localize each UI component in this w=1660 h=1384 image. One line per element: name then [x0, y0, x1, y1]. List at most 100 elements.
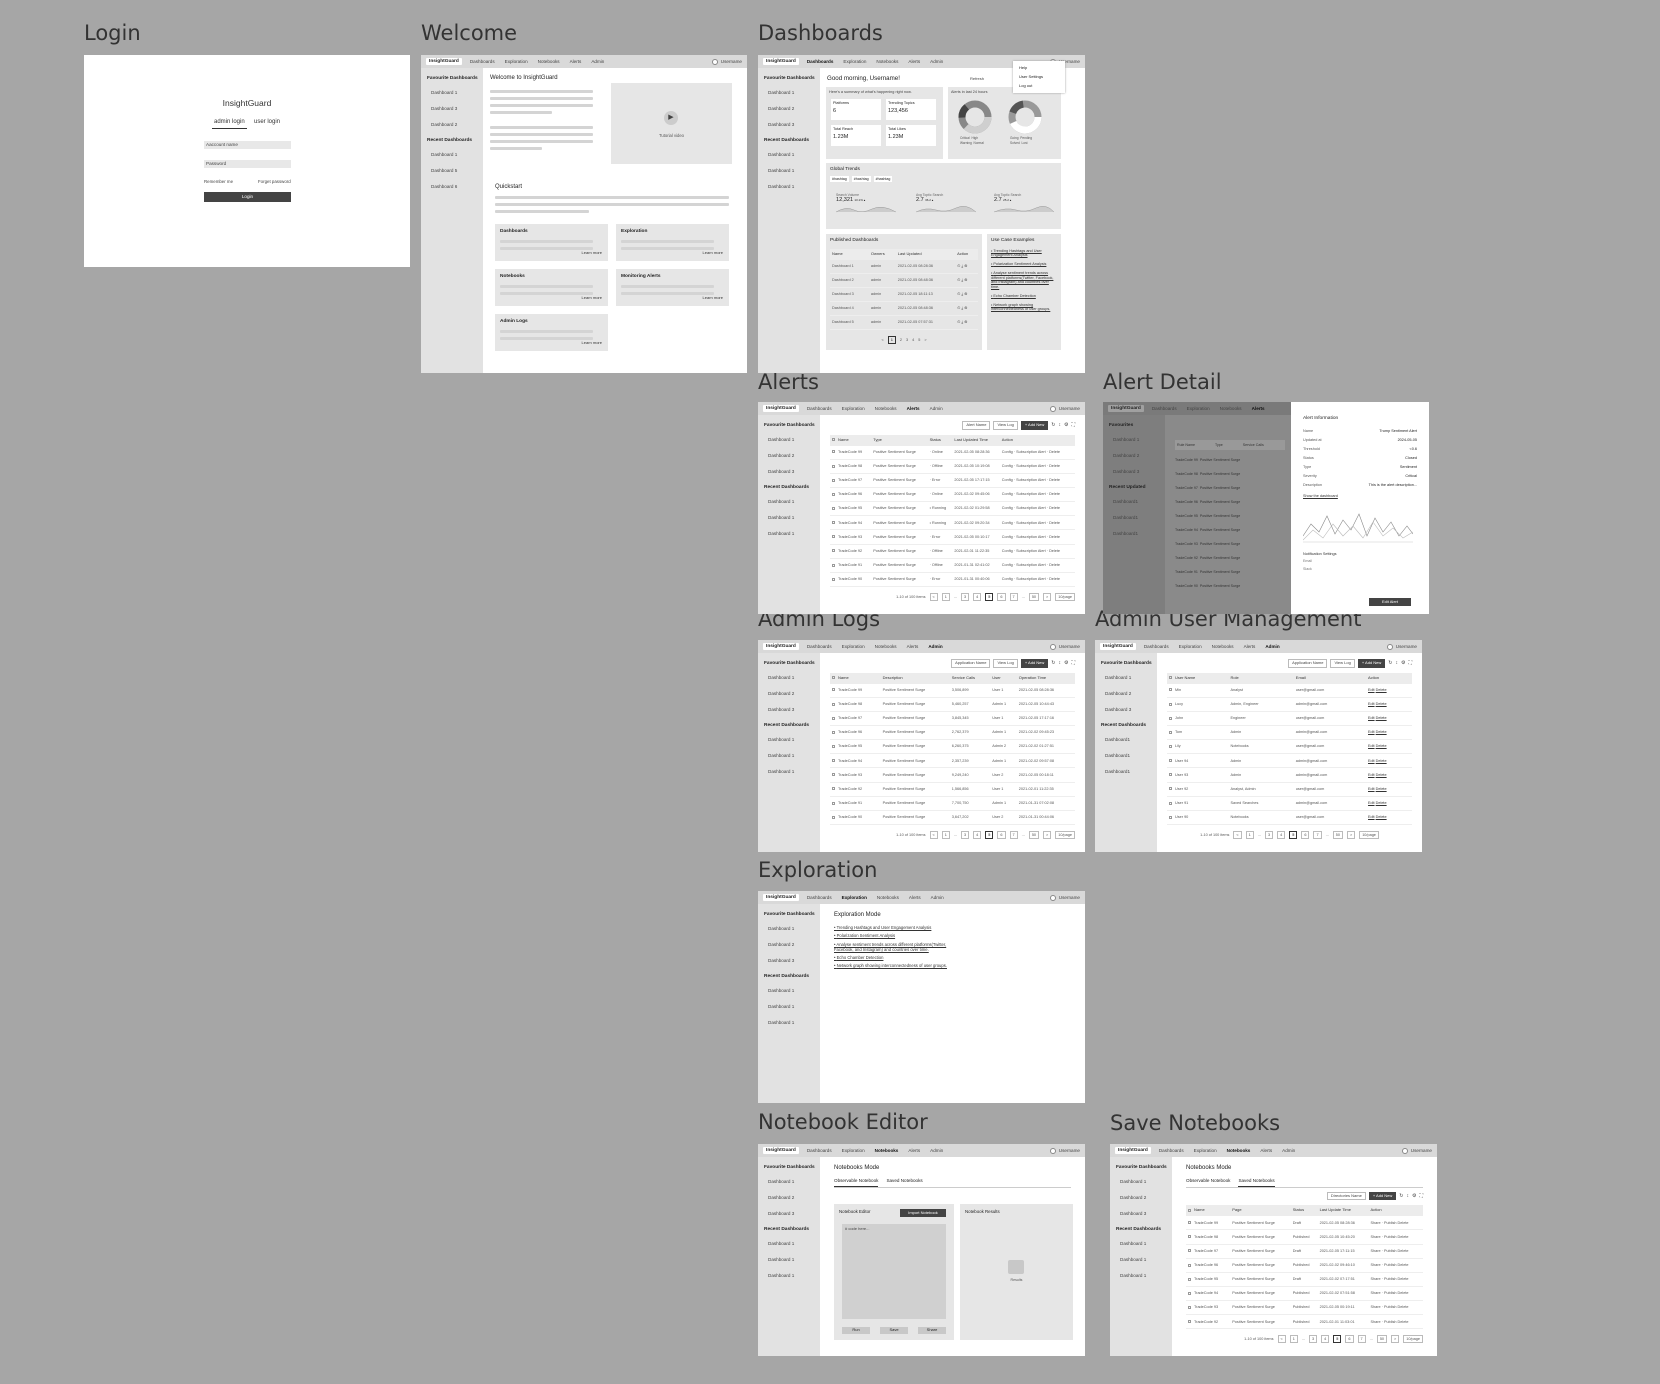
import-notebook-button[interactable]: Import Notebook	[900, 1209, 946, 1217]
card-dashboards[interactable]: Dashboards Learn more	[495, 224, 608, 261]
sidebar-item[interactable]: Dashboard 1	[1120, 1241, 1172, 1247]
run-button[interactable]: Run	[842, 1327, 870, 1334]
tab-saved[interactable]: Saved Notebooks	[1238, 1178, 1275, 1187]
table-row[interactable]: TradeCode 99 Positive Sentiment Surge · On…	[830, 445, 1075, 460]
nav-dashboards[interactable]: Dashboards	[1152, 406, 1177, 412]
user-menu[interactable]: Username	[1049, 894, 1080, 901]
sidebar-item[interactable]: Dashboard 3	[1120, 1211, 1172, 1217]
app-logo[interactable]: InsightGuard	[1115, 1146, 1151, 1155]
sidebar-item[interactable]: Dashboard1	[1113, 515, 1165, 521]
table-row[interactable]: TradeCode 94 Positive Sentiment Surge • Ru…	[830, 515, 1075, 531]
density-icon[interactable]: ↕	[1059, 660, 1062, 666]
share-button[interactable]: Share	[918, 1327, 946, 1334]
table-row[interactable]: TradeCode 90 Positive Sentiment Surge 3,64…	[830, 810, 1075, 826]
user-menu[interactable]: Username	[1401, 1147, 1432, 1154]
show-dashboard-link[interactable]: Show the dashboard	[1303, 494, 1417, 499]
delete-link[interactable]: Delete	[1376, 688, 1387, 692]
exploration-link[interactable]: • Echo Chamber Detection	[834, 955, 964, 960]
nav-alerts[interactable]: Alerts	[907, 406, 920, 412]
edit-link[interactable]: Edit	[1368, 759, 1375, 763]
nav-notebooks[interactable]: Notebooks	[875, 644, 897, 650]
nav-exploration[interactable]: Exploration	[1187, 406, 1210, 412]
add-new-button[interactable]: + Add New	[1020, 421, 1049, 430]
nav-alerts[interactable]: Alerts	[1260, 1148, 1272, 1154]
add-new-button[interactable]: + Add New	[1357, 659, 1386, 668]
delete-link[interactable]: Delete	[1376, 730, 1387, 734]
table-row[interactable]: Lucy Admin, Engineer admin@gmail.com Edit D…	[1167, 697, 1412, 712]
delete-link[interactable]: Delete	[1376, 815, 1387, 819]
edit-link[interactable]: Edit	[1368, 716, 1375, 720]
view-log-button[interactable]: View Log	[993, 421, 1018, 430]
nav-exploration[interactable]: Exploration	[842, 406, 865, 412]
sidebar-item[interactable]: Dashboard 2	[768, 691, 820, 697]
settings-icon[interactable]: ⚙	[1401, 660, 1405, 666]
tab-user-login[interactable]: user login	[252, 119, 282, 129]
action-icons[interactable]: ⊙ ⤓ ⊗	[955, 273, 978, 288]
filter-select[interactable]: Directories Name	[1326, 1191, 1366, 1201]
card-alerts[interactable]: Monitoring Alerts Learn more	[616, 269, 729, 306]
nav-admin[interactable]: Admin	[931, 895, 944, 901]
hashtag-chip[interactable]: #hashtag	[873, 175, 893, 183]
nav-admin[interactable]: Admin	[928, 644, 942, 650]
nav-alerts[interactable]: Alerts	[570, 59, 582, 65]
menu-logout[interactable]: Log out	[1019, 82, 1059, 91]
nav-exploration[interactable]: Exploration	[842, 1148, 865, 1154]
table-row[interactable]: TradeCode 97 Positive Sentiment Surge · Er…	[830, 473, 1075, 489]
sidebar-item[interactable]: Dashboard 3	[768, 122, 820, 128]
sidebar-item[interactable]: Dashboard 1	[768, 1273, 820, 1279]
refresh-icon[interactable]: ↻	[1051, 660, 1055, 666]
refresh-icon[interactable]: ↻	[1388, 660, 1392, 666]
action-icons[interactable]: ⊙ ⤓ ⊗	[955, 259, 978, 274]
email-toggle[interactable]: Email	[1303, 559, 1417, 563]
action-icons[interactable]: ⊙ ⤓ ⊗	[955, 287, 978, 302]
table-row[interactable]: TradeCode 94 Positive Sentiment Surge 2,35…	[830, 753, 1075, 769]
sidebar-item[interactable]: Dashboard 3	[1113, 469, 1165, 475]
sidebar-item[interactable]: Dashboard1	[1105, 769, 1157, 775]
edit-link[interactable]: Edit	[1368, 773, 1375, 777]
table-row[interactable]: TradeCode 92 Positive Sentiment Surge 1,56…	[830, 782, 1075, 797]
edit-link[interactable]: Edit	[1368, 787, 1375, 791]
nav-dashboards[interactable]: Dashboards	[807, 1148, 832, 1154]
table-row[interactable]: Dashboard 5 admin 2021-02-05 07:57:31 ⊙ ⤓ ⊗	[830, 315, 978, 331]
nav-notebooks[interactable]: Notebooks	[875, 1148, 899, 1154]
edit-alert-button[interactable]: Edit Alert	[1369, 598, 1411, 606]
sidebar-item[interactable]: Dashboard 1	[768, 988, 820, 994]
sidebar-item[interactable]: Dashboard 2	[768, 1195, 820, 1201]
sidebar-item[interactable]: Dashboard 1	[431, 152, 483, 158]
sidebar-item[interactable]: Dashboard 3	[768, 1211, 820, 1217]
add-new-button[interactable]: + Add New	[1368, 1191, 1397, 1201]
nav-exploration[interactable]: Exploration	[1194, 1148, 1217, 1154]
sidebar-item[interactable]: Dashboard 3	[768, 707, 820, 713]
nav-alerts[interactable]: Alerts	[909, 895, 921, 901]
nav-admin[interactable]: Admin	[1265, 644, 1279, 650]
sidebar-item[interactable]: Dashboard 1	[431, 90, 483, 96]
nav-dashboards[interactable]: Dashboards	[807, 406, 832, 412]
hashtag-chip[interactable]: #hashtag	[851, 175, 871, 183]
sidebar-item[interactable]: Dashboard 6	[431, 184, 483, 190]
pagination[interactable]: 1-10 of 100 items <1... 3 4 5 6 7... 50 >10/page	[830, 831, 1075, 839]
table-row[interactable]: TradeCode 92 Positive Sentiment Surge · Of…	[830, 544, 1075, 559]
sidebar-item[interactable]: Dashboard 2	[768, 453, 820, 459]
pagination[interactable]: 1-10 of 100 items <1... 3 4 5 6 7... 50 >10/page	[1186, 1335, 1423, 1343]
sidebar-item[interactable]: Dashboard 1	[1105, 675, 1157, 681]
sidebar-item[interactable]: Dashboard1	[1113, 499, 1165, 505]
nav-admin[interactable]: Admin	[930, 1148, 943, 1154]
table-row[interactable]: Dashboard 1 admin 2021-02-05 08:28:36 ⊙ ⤓ ⊗	[830, 259, 978, 274]
sidebar-item[interactable]: Dashboard 3	[768, 469, 820, 475]
login-button[interactable]: Login	[204, 192, 291, 202]
delete-link[interactable]: Delete	[1376, 787, 1387, 791]
nav-notebooks[interactable]: Notebooks	[1227, 1148, 1251, 1154]
nav-dashboards[interactable]: Dashboards	[807, 895, 832, 901]
sidebar-item[interactable]: Dashboard 2	[768, 942, 820, 948]
nav-exploration[interactable]: Exploration	[1179, 644, 1202, 650]
fullscreen-icon[interactable]: ⛶	[1408, 660, 1412, 666]
nav-exploration[interactable]: Exploration	[842, 644, 865, 650]
edit-link[interactable]: Edit	[1368, 815, 1375, 819]
nav-dashboards[interactable]: Dashboards	[1144, 644, 1169, 650]
use-case-link[interactable]: • Network graph showing interconnectedne…	[991, 303, 1057, 312]
pagination[interactable]: <1 2 3 4 5 >	[830, 336, 978, 344]
sidebar-item[interactable]: Dashboard 1	[768, 737, 820, 743]
nav-admin[interactable]: Admin	[930, 406, 943, 412]
nav-dashboards[interactable]: Dashboards	[1159, 1148, 1184, 1154]
edit-link[interactable]: Edit	[1368, 730, 1375, 734]
